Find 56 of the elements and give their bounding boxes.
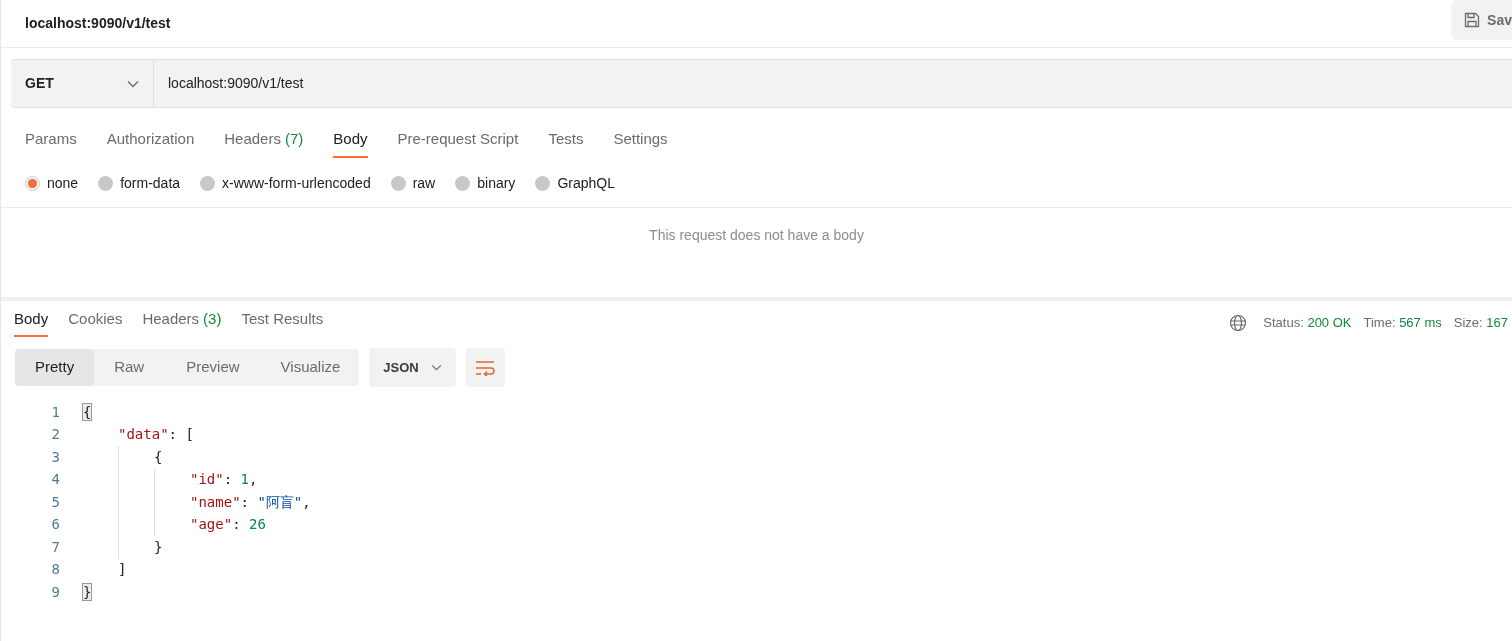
format-dropdown[interactable]: JSON bbox=[369, 348, 456, 387]
radio-option[interactable]: GraphQL bbox=[535, 172, 615, 194]
view-mode-tab[interactable]: Pretty bbox=[15, 349, 95, 386]
radio-option[interactable]: binary bbox=[455, 172, 516, 194]
wrap-lines-icon bbox=[475, 359, 496, 376]
tab[interactable]: Pre-request Script bbox=[397, 127, 519, 158]
request-title: localhost:9090/v1/test bbox=[25, 14, 171, 33]
tab[interactable]: Body bbox=[333, 127, 368, 158]
save-icon bbox=[1463, 11, 1482, 29]
tab[interactable]: Cookies bbox=[68, 308, 123, 337]
line-number: 6 bbox=[50, 515, 60, 535]
chevron-down-icon bbox=[430, 364, 442, 371]
tab[interactable]: Tests bbox=[548, 127, 584, 158]
tab[interactable]: Test Results bbox=[241, 308, 324, 337]
response-stat: Size: 167 bbox=[1453, 313, 1508, 332]
radio-option[interactable]: raw bbox=[390, 172, 436, 194]
line-number: 9 bbox=[50, 582, 60, 602]
line-number: 7 bbox=[50, 537, 60, 557]
chevron-down-icon bbox=[127, 79, 139, 88]
code-line: "name": "阿盲", bbox=[190, 492, 311, 512]
view-mode-tab[interactable]: Visualize bbox=[261, 349, 360, 386]
radio-option[interactable]: none bbox=[25, 172, 79, 194]
response-stat: Status: 200 OK bbox=[1263, 313, 1352, 332]
line-number: 8 bbox=[50, 560, 60, 580]
tab[interactable]: Body bbox=[14, 308, 49, 337]
code-line: } bbox=[154, 537, 163, 557]
radio-option[interactable]: form-data bbox=[98, 172, 181, 194]
line-number: 1 bbox=[50, 402, 60, 422]
line-number: 2 bbox=[50, 425, 60, 445]
line-number: 5 bbox=[50, 492, 60, 512]
code-line: "age": 26 bbox=[190, 515, 266, 535]
radio-button[interactable] bbox=[455, 175, 471, 191]
code-line: ] bbox=[118, 560, 127, 580]
response-stat: Time: 567 ms bbox=[1363, 313, 1442, 332]
radio-button[interactable] bbox=[535, 175, 551, 191]
radio-button[interactable] bbox=[25, 175, 40, 191]
tab[interactable]: Params bbox=[25, 127, 77, 158]
radio-option[interactable]: x-www-form-urlencoded bbox=[200, 172, 371, 194]
line-number: 4 bbox=[50, 470, 60, 490]
view-mode-tab[interactable]: Raw bbox=[94, 349, 165, 386]
radio-button[interactable] bbox=[200, 175, 216, 191]
tab[interactable]: Headers (3) bbox=[142, 308, 222, 337]
radio-button[interactable] bbox=[390, 175, 406, 191]
tab[interactable]: Headers (7) bbox=[224, 127, 304, 158]
tab[interactable]: Settings bbox=[613, 127, 668, 158]
radio-button[interactable] bbox=[98, 175, 114, 191]
code-line: "data": [ bbox=[118, 425, 194, 445]
code-line: "id": 1, bbox=[190, 470, 258, 490]
view-mode-tab[interactable]: Preview bbox=[164, 349, 262, 386]
code-line: { bbox=[154, 447, 163, 467]
save-button[interactable]: Sav bbox=[1451, 0, 1512, 40]
line-number: 3 bbox=[50, 447, 60, 467]
tab[interactable]: Authorization bbox=[106, 127, 195, 158]
empty-body-message: This request does not have a body bbox=[649, 226, 864, 245]
wrap-lines-button[interactable] bbox=[465, 348, 505, 387]
globe-icon[interactable] bbox=[1229, 313, 1248, 332]
